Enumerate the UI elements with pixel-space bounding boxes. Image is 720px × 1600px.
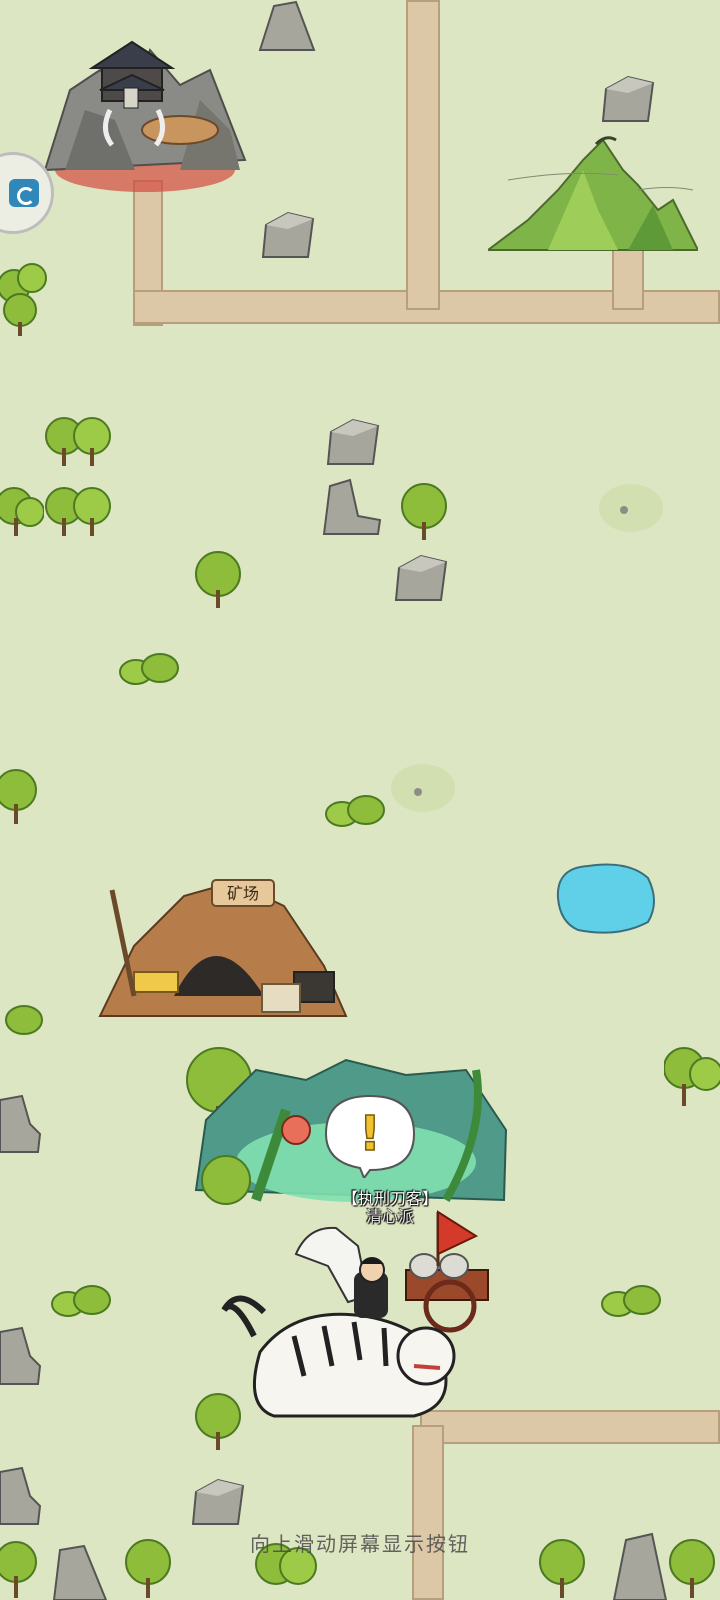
road-vertical-bottom: [412, 1425, 444, 1600]
tree: [0, 769, 37, 824]
player-on-tiger[interactable]: [214, 1256, 474, 1434]
tree-cluster: [45, 417, 111, 466]
mine-landmark[interactable]: 矿场: [94, 876, 350, 1024]
tree-cluster: [0, 487, 44, 536]
bush: [119, 653, 179, 685]
tree-cluster: [664, 1047, 720, 1106]
quest-bubble[interactable]: !: [324, 1092, 416, 1178]
world-map[interactable]: 矿场 ! 【执刑刀客】 清心派 向上滑动屏幕显示按钮: [0, 0, 720, 1600]
rock: [326, 418, 380, 465]
swipe-hint-text: 向上滑动屏幕显示按钮: [250, 1532, 470, 1556]
rock: [394, 554, 448, 601]
grass-patch: [391, 764, 455, 812]
rock: [261, 211, 315, 258]
fortress-landmark[interactable]: [40, 30, 250, 195]
bush: [601, 1285, 661, 1317]
pond[interactable]: [548, 858, 662, 940]
bush: [325, 795, 385, 827]
mine-sign-text: 矿场: [227, 884, 259, 903]
exclamation-icon: !: [359, 1106, 381, 1162]
tree-cluster: [45, 487, 111, 536]
tree-cluster: [0, 263, 47, 336]
bush: [51, 1285, 111, 1317]
rock: [0, 1326, 42, 1385]
tree: [195, 551, 241, 608]
rock: [0, 1094, 42, 1153]
rock: [601, 75, 655, 122]
bush: [5, 1005, 43, 1035]
road-vertical-center: [406, 0, 440, 310]
rock: [322, 478, 382, 535]
grass-patch: [599, 484, 663, 532]
rock: [191, 1478, 245, 1525]
tree: [401, 483, 447, 540]
menu-shortcut-icon: [9, 179, 39, 207]
rock: [258, 0, 316, 51]
mountain-landmark[interactable]: [488, 130, 698, 260]
rock: [0, 1466, 42, 1525]
